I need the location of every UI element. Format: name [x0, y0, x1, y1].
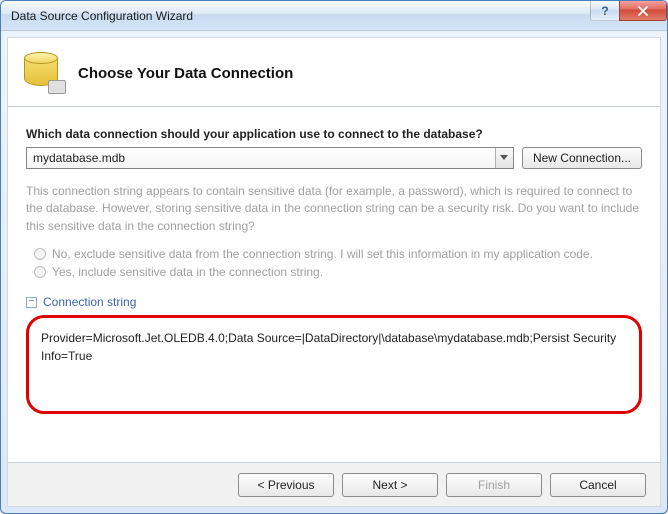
titlebar: Data Source Configuration Wizard ? — [1, 1, 667, 31]
connection-prompt: Which data connection should your applic… — [26, 127, 642, 141]
database-icon — [24, 52, 66, 94]
connection-dropdown[interactable]: mydatabase.mdb — [26, 147, 514, 169]
content-area: Choose Your Data Connection Which data c… — [7, 37, 661, 507]
connection-selected: mydatabase.mdb — [33, 151, 125, 165]
cancel-button[interactable]: Cancel — [550, 473, 646, 497]
radio-label-yes: Yes, include sensitive data in the conne… — [52, 265, 323, 279]
wizard-body: Which data connection should your applic… — [8, 107, 660, 462]
connection-string-value: Provider=Microsoft.Jet.OLEDB.4.0;Data So… — [41, 331, 616, 362]
connection-string-label: Connection string — [43, 295, 136, 309]
previous-button[interactable]: < Previous — [238, 473, 334, 497]
close-icon — [637, 5, 649, 17]
new-connection-button[interactable]: New Connection... — [522, 147, 642, 169]
chevron-down-icon — [495, 148, 513, 168]
wizard-footer: < Previous Next > Finish Cancel — [8, 462, 660, 506]
help-button[interactable]: ? — [590, 1, 620, 21]
titlebar-buttons: ? — [591, 1, 667, 30]
radio-label-no: No, exclude sensitive data from the conn… — [52, 247, 593, 261]
page-title: Choose Your Data Connection — [78, 65, 293, 82]
radio-icon — [34, 248, 46, 260]
help-icon: ? — [601, 4, 608, 18]
radio-exclude-sensitive: No, exclude sensitive data from the conn… — [34, 247, 642, 261]
wizard-header: Choose Your Data Connection — [8, 38, 660, 107]
radio-icon — [34, 266, 46, 278]
connection-string-box: Provider=Microsoft.Jet.OLEDB.4.0;Data So… — [26, 315, 642, 414]
finish-button[interactable]: Finish — [446, 473, 542, 497]
window-title: Data Source Configuration Wizard — [11, 9, 591, 23]
connection-string-section: − Connection string Provider=Microsoft.J… — [26, 295, 642, 414]
sensitive-data-description: This connection string appears to contai… — [26, 183, 642, 235]
minus-icon: − — [26, 297, 37, 308]
close-button[interactable] — [619, 1, 667, 21]
radio-include-sensitive: Yes, include sensitive data in the conne… — [34, 265, 642, 279]
connection-row: mydatabase.mdb New Connection... — [26, 147, 642, 169]
wizard-window: Data Source Configuration Wizard ? Choos… — [0, 0, 668, 514]
next-button[interactable]: Next > — [342, 473, 438, 497]
connection-string-header[interactable]: − Connection string — [26, 295, 642, 309]
